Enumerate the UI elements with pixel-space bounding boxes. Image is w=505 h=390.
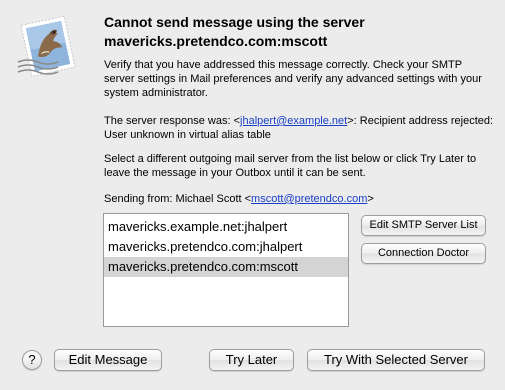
- edit-message-button[interactable]: Edit Message: [54, 349, 162, 371]
- response-email-link[interactable]: jhalpert@example.net: [240, 115, 347, 127]
- server-list-item[interactable]: mavericks.pretendco.com:jhalpert: [104, 237, 348, 257]
- server-response-text: The server response was: <jhalpert@examp…: [104, 114, 494, 142]
- help-button[interactable]: ?: [22, 350, 42, 370]
- response-prefix: The server response was: <: [104, 115, 241, 127]
- title-line-1: Cannot send message using the server: [104, 14, 365, 30]
- server-list[interactable]: mavericks.example.net:jhalpert mavericks…: [103, 213, 349, 327]
- server-list-item[interactable]: mavericks.example.net:jhalpert: [104, 217, 348, 237]
- sending-email-link[interactable]: mscott@pretendco.com: [251, 193, 367, 205]
- sending-suffix: >: [367, 193, 374, 205]
- instructions-text: Verify that you have addressed this mess…: [104, 59, 482, 99]
- dialog-title: Cannot send message using the server mav…: [104, 13, 494, 51]
- mail-stamp-icon: [14, 14, 84, 78]
- title-line-2: mavericks.pretendco.com:mscott: [104, 33, 328, 49]
- select-server-text: Select a different outgoing mail server …: [104, 153, 477, 179]
- sending-prefix: Sending from: Michael Scott <: [104, 193, 252, 205]
- try-with-selected-server-button[interactable]: Try With Selected Server: [307, 349, 485, 371]
- server-list-item-selected[interactable]: mavericks.pretendco.com:mscott: [104, 257, 348, 277]
- try-later-button[interactable]: Try Later: [209, 349, 294, 371]
- edit-smtp-server-list-button[interactable]: Edit SMTP Server List: [361, 215, 486, 236]
- connection-doctor-button[interactable]: Connection Doctor: [361, 243, 486, 264]
- sending-from-text: Sending from: Michael Scott <mscott@pret…: [104, 192, 494, 206]
